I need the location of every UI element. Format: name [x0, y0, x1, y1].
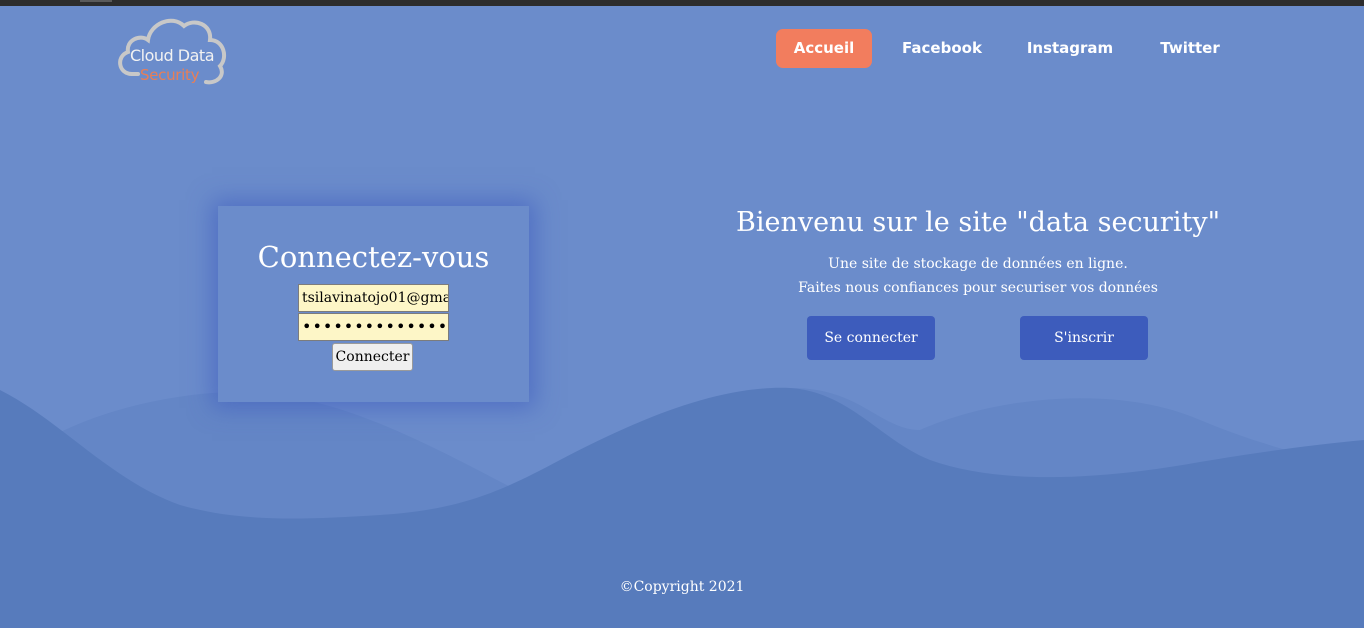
connect-button[interactable]: Connecter [332, 343, 413, 371]
email-field[interactable]: tsilavinatojo01@gmail.com [298, 284, 449, 312]
nav-twitter[interactable]: Twitter [1150, 29, 1230, 68]
footer-copyright: ©Copyright 2021 [619, 579, 745, 595]
background-waves [0, 387, 1364, 628]
cloud-data-security-logo[interactable]: Cloud Data Security [114, 12, 230, 90]
sinscrire-button[interactable]: S'inscrir [1020, 316, 1148, 360]
hero-subtitle-line2: Faites nous confiances pour securiser vo… [798, 280, 1158, 296]
nav-facebook[interactable]: Facebook [894, 29, 990, 68]
login-card: Connectez-vous tsilavinatojo01@gmail.com… [218, 206, 529, 402]
logo-text-security: Security [140, 66, 200, 84]
hero-title: Bienvenu sur le site "data security" [735, 207, 1220, 238]
nav-accueil[interactable]: Accueil [776, 29, 872, 68]
password-field[interactable]: ••••••••••••••• [298, 313, 449, 341]
nav-instagram[interactable]: Instagram [1022, 29, 1118, 68]
logo-text-cloud-data: Cloud Data [130, 46, 215, 65]
se-connecter-button[interactable]: Se connecter [807, 316, 935, 360]
hero-subtitle-line1: Une site de stockage de données en ligne… [828, 256, 1128, 272]
login-title: Connectez-vous [257, 240, 490, 274]
